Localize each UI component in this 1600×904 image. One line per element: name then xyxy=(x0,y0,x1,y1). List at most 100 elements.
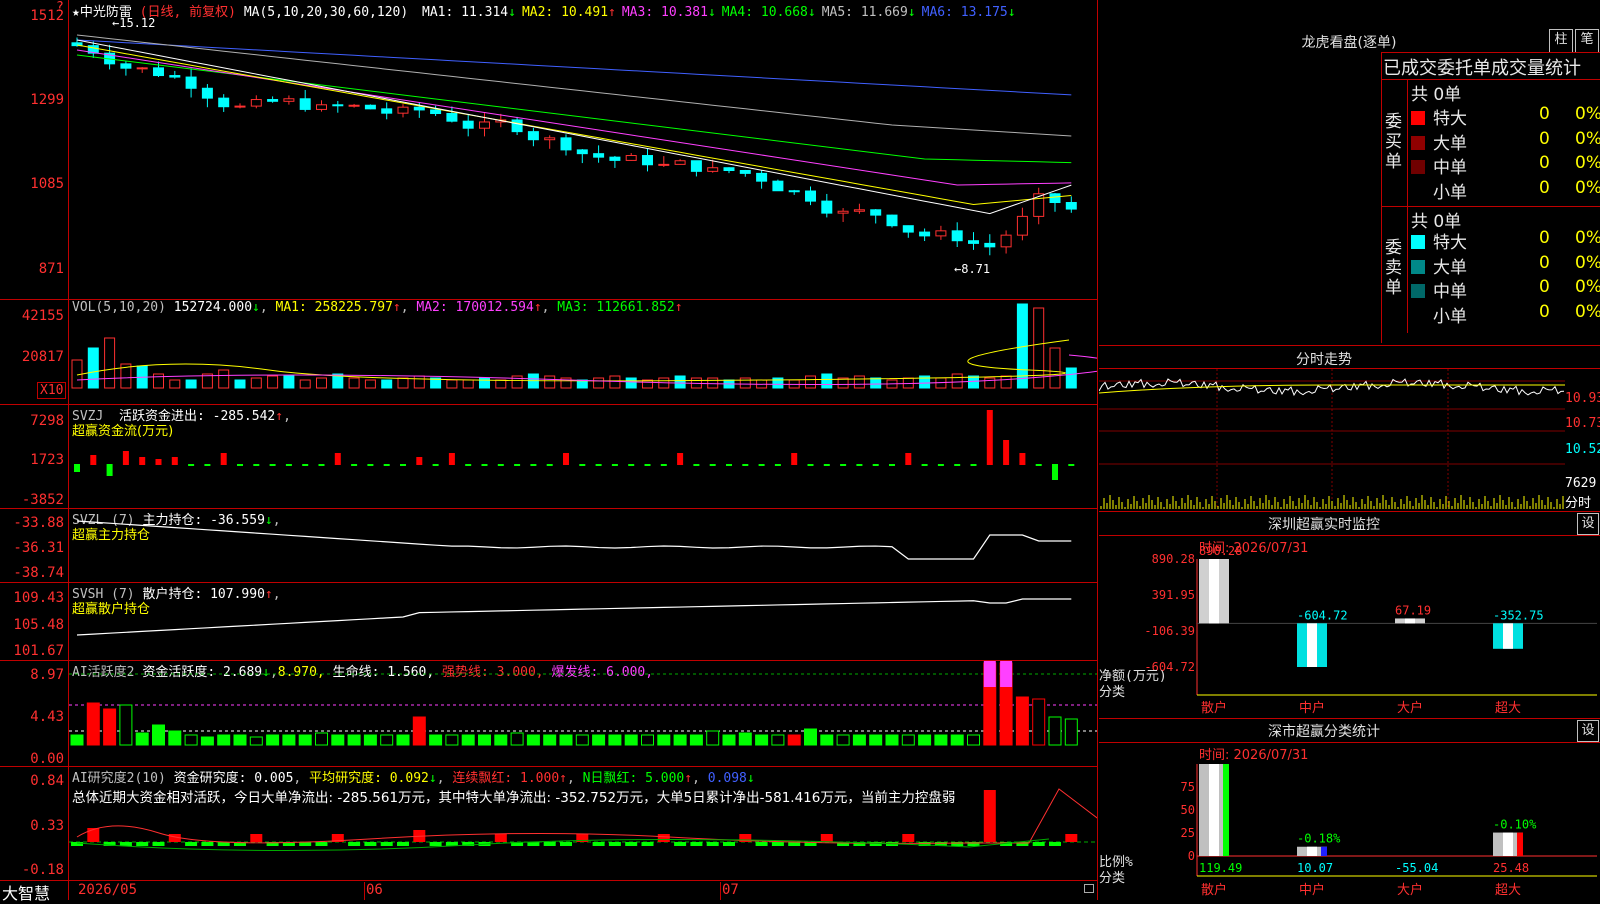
order-row: 小单 0 0% xyxy=(1411,302,1600,327)
volume-bar xyxy=(348,377,360,389)
candle-body xyxy=(201,87,213,99)
x-unit-label: 分类 xyxy=(1099,685,1125,700)
fund-flow-bar xyxy=(481,464,488,466)
activity-bar xyxy=(233,734,247,746)
volume-bar xyxy=(316,377,327,389)
y-tick-label: 50 xyxy=(1181,803,1195,817)
retail-position-line xyxy=(76,598,1072,636)
fund-flow-bar xyxy=(171,457,178,465)
order-pct: 0% xyxy=(1575,228,1600,248)
candle-body xyxy=(1016,215,1028,236)
monitor-value-label: 67.19 xyxy=(1395,603,1431,617)
volume-bar xyxy=(870,377,882,389)
activity-bar xyxy=(152,724,165,746)
research-bar xyxy=(690,842,703,846)
divider xyxy=(1099,718,1600,719)
activity-bar xyxy=(396,734,410,746)
research-bar xyxy=(674,842,687,846)
brand-label: 大智慧 xyxy=(2,884,51,903)
activity-bar xyxy=(380,734,394,746)
candle-body xyxy=(788,190,800,193)
activity-bar xyxy=(1048,716,1062,746)
lock-icon[interactable] xyxy=(1084,884,1094,893)
stroke-view-button[interactable]: 笔 xyxy=(1575,29,1599,53)
activity-bar xyxy=(950,734,964,746)
y-tick-label: 75 xyxy=(1181,780,1195,794)
category-label: 中户 xyxy=(1299,882,1325,898)
activity-bar xyxy=(738,732,752,746)
svzl-y-label: -33.88 xyxy=(13,515,64,531)
legend-swatch xyxy=(1411,135,1425,150)
activity-bar xyxy=(657,734,671,746)
y-tick-label: 25 xyxy=(1181,826,1195,840)
fund-flow-bar xyxy=(334,453,341,465)
sz-classify-settings-button[interactable]: 设 xyxy=(1577,720,1599,742)
research-bar xyxy=(771,842,784,846)
fund-flow-bar xyxy=(269,464,276,466)
column-view-button[interactable]: 柱 xyxy=(1549,29,1573,53)
y-tick-label: -106.39 xyxy=(1144,624,1195,638)
sz-classify-bar-chart[interactable]: 75 50 25 0 119.49 散户 -0.18% 10.07 中户 -55.04 大户 -0.1… xyxy=(1099,744,1600,900)
monitor-bar-highlight xyxy=(1209,559,1219,624)
volume-bar xyxy=(479,377,490,389)
fund-flow-bar xyxy=(318,464,325,466)
divider xyxy=(1099,535,1600,536)
intraday-chart[interactable] xyxy=(1099,369,1565,509)
fund-flow-bar xyxy=(90,455,97,465)
ai-research-chart[interactable] xyxy=(69,767,1097,880)
fund-flow-bar xyxy=(758,464,765,466)
corner-question-icon[interactable]: ? xyxy=(56,0,64,15)
monitor-bar-highlight xyxy=(1307,623,1317,667)
svzj-y-label: -3852 xyxy=(21,492,64,508)
activity-bar xyxy=(461,734,475,746)
research-bar xyxy=(152,842,165,846)
order-pct: 0% xyxy=(1575,252,1600,273)
order-row: 大单 0 0% xyxy=(1411,253,1600,278)
volume-bar xyxy=(462,379,474,389)
ma-line xyxy=(76,34,1072,137)
activity-bar xyxy=(641,734,654,746)
fund-flow-bar xyxy=(188,464,195,466)
volume-bar xyxy=(968,375,979,389)
candle-body xyxy=(739,170,751,174)
svsh-chart[interactable] xyxy=(69,583,1097,660)
order-row: 特大 0 0% xyxy=(1411,104,1600,129)
classify-bar-highlight xyxy=(1503,832,1513,856)
activity-bar xyxy=(967,734,980,746)
classify-value-label: 119.49 xyxy=(1199,861,1242,875)
activity-bar xyxy=(852,734,866,746)
candlestick-chart[interactable] xyxy=(69,0,1097,299)
svzj-chart[interactable] xyxy=(69,405,1097,508)
activity-bar xyxy=(1064,718,1078,746)
ai-active-y-label: 4.43 xyxy=(30,709,64,725)
main-y-label: 1299 xyxy=(30,92,64,108)
candle-body xyxy=(886,214,898,227)
ai-research-y-label: 0.84 xyxy=(30,773,64,789)
fund-flow-bar xyxy=(726,464,732,466)
monitor-value-label: 890.28 xyxy=(1199,544,1242,558)
classify-bar-edge xyxy=(1517,832,1523,856)
vol-y-label: 42155 xyxy=(21,308,64,324)
sz-classify-title: 深市超赢分类统计 xyxy=(1268,724,1380,740)
ai-research-y-label: 0.33 xyxy=(30,818,64,834)
fund-flow-bar xyxy=(742,464,749,466)
research-bar xyxy=(119,842,132,846)
order-count: 0 xyxy=(1539,301,1550,322)
candle-body xyxy=(821,200,833,214)
order-count: 0 xyxy=(1539,252,1550,273)
volume-bar xyxy=(104,337,116,389)
sz-monitor-settings-button[interactable]: 设 xyxy=(1577,513,1599,535)
order-pct: 0% xyxy=(1575,128,1600,149)
research-bar xyxy=(494,834,507,842)
svzl-chart[interactable] xyxy=(69,509,1097,582)
chart-area[interactable]: ★中光防雷 (日线, 前复权) MA(5,10,20,30,60,120) MA… xyxy=(0,0,1098,903)
volume-chart[interactable] xyxy=(69,300,1097,404)
volume-bar xyxy=(1049,347,1061,389)
fund-flow-bar xyxy=(546,464,553,466)
classify-value-label: 25.48 xyxy=(1493,861,1529,875)
fund-flow-bar xyxy=(400,464,406,466)
activity-bar xyxy=(429,734,443,746)
ai-active-chart[interactable] xyxy=(69,661,1097,766)
sz-monitor-bar-chart[interactable]: 890.28391.95-106.39-604.72890.28散户-604.7… xyxy=(1099,537,1600,715)
fund-flow-bar xyxy=(220,453,227,465)
